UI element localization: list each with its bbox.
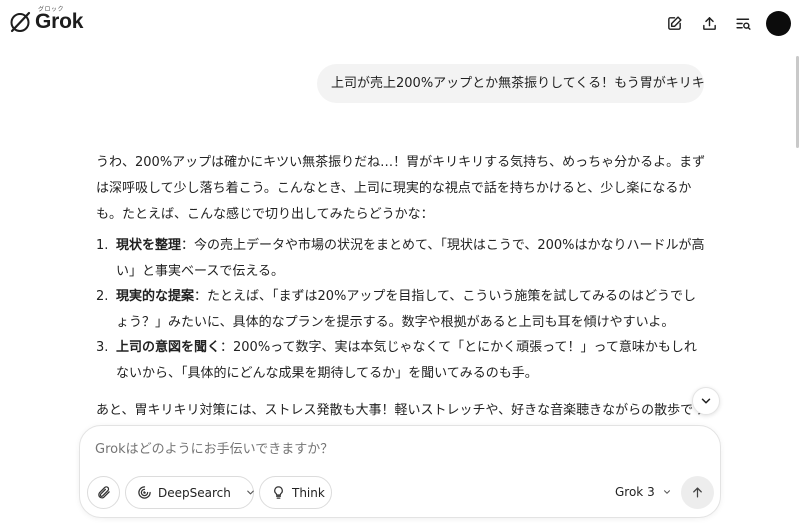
send-button[interactable]: [681, 476, 714, 509]
list-number: 3.: [96, 340, 109, 355]
list-item-title: 上司の意図を聞く: [116, 340, 221, 355]
lightbulb-icon: [274, 486, 283, 499]
arrow-up-icon: [693, 487, 702, 498]
response-intro: うわ、200%アップは確かにキツい無茶振りだね…！胃がキリキリする気持ち、めっち…: [96, 155, 706, 222]
chevron-down-icon: [247, 490, 254, 495]
brand-kana: グロック: [38, 6, 65, 13]
deepsearch-toggle[interactable]: DeepSearch: [125, 476, 254, 509]
scrollbar-thumb[interactable]: [796, 56, 799, 148]
history-search-button[interactable]: [732, 12, 754, 34]
list-item: 3. 上司の意図を聞く：200%って数字、実は本気じゃなくて「とにかく頑張って！」…: [96, 335, 708, 386]
avatar[interactable]: [766, 11, 791, 36]
composer: DeepSearch Think Grok 3: [79, 425, 721, 518]
deepsearch-options-button[interactable]: [245, 487, 256, 498]
deepsearch-label: DeepSearch: [158, 485, 231, 500]
share-button[interactable]: [698, 12, 720, 34]
list-item-title: 現実的な提案: [116, 289, 195, 304]
think-toggle[interactable]: Think: [259, 476, 332, 509]
new-chat-button[interactable]: [663, 12, 685, 34]
chevron-down-icon: [701, 398, 711, 404]
think-label: Think: [292, 485, 325, 500]
share-icon: [702, 16, 716, 30]
scroll-to-bottom-button[interactable]: [692, 387, 720, 415]
attach-button[interactable]: [87, 476, 120, 509]
list-item: 1. 現状を整理：今の売上データや市場の状況をまとめて、「現状はこうで、200%は…: [96, 233, 708, 284]
brand-name: Grok: [35, 10, 84, 33]
grok-logo[interactable]: グロック Grok: [8, 6, 84, 34]
list-item-text: ：たとえば、「まずは20%アップを目指して、こういう施策を試してみるのはどうでし…: [116, 289, 696, 330]
response-list: 1. 現状を整理：今の売上データや市場の状況をまとめて、「現状はこうで、200%は…: [96, 233, 708, 386]
list-number: 2.: [96, 289, 109, 304]
model-label: Grok 3: [615, 485, 655, 499]
user-message: 上司が売上200%アップとか無茶振りしてくる！もう胃がキリキリするよ: [317, 64, 704, 103]
list-item-title: 現状を整理: [116, 238, 182, 253]
paperclip-icon: [98, 486, 110, 499]
deepsearch-icon: [138, 486, 151, 499]
history-search-icon: [735, 18, 751, 30]
scrollbar[interactable]: [794, 0, 800, 525]
list-item-text: ：今の売上データや市場の状況をまとめて、「現状はこうで、200%はかなりハードル…: [116, 238, 705, 279]
chevron-down-icon: [663, 490, 670, 494]
edit-icon: [667, 15, 682, 30]
list-item: 2. 現実的な提案：たとえば、「まずは20%アップを目指して、こういう施策を試して…: [96, 284, 708, 335]
prompt-input[interactable]: [95, 442, 655, 457]
logo-icon: [10, 11, 31, 33]
model-selector[interactable]: Grok 3: [615, 485, 672, 499]
list-number: 1.: [96, 238, 109, 253]
